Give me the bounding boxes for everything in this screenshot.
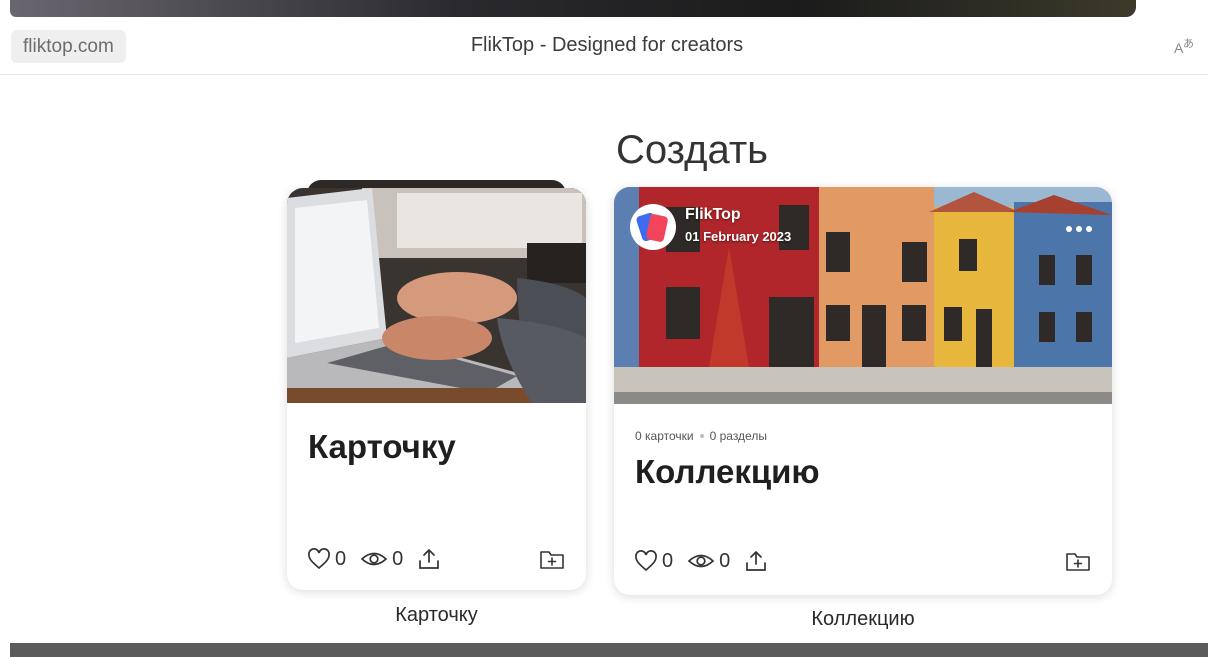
translate-glyph-a: A [1174,40,1184,56]
share-button[interactable] [417,547,441,571]
add-to-folder-button[interactable] [539,548,565,572]
eye-icon [360,552,388,566]
heart-icon [308,548,330,570]
like-button[interactable]: 0 [634,550,673,573]
views-count: 0 [392,547,404,570]
translate-glyph-b: あ [1183,38,1194,50]
author-block[interactable]: FlikTop 01 February 2023 [630,204,791,250]
address-bar: fliktop.com FlikTop - Designed for creat… [0,17,1208,75]
collection-meta: 0 карточки 0 разделы [635,429,767,443]
card-title: Коллекцию [635,453,820,490]
post-date: 01 February 2023 [685,229,792,244]
caption-card[interactable]: Карточку [287,604,586,627]
like-count: 0 [662,549,674,572]
card-actions: 0 0 [307,545,455,573]
sections-count: 0 разделы [709,429,767,443]
author-name: FlikTop [685,206,741,223]
like-button[interactable]: 0 [307,548,346,571]
folder-plus-icon [1066,553,1090,571]
separator-dot [699,433,704,438]
window-top-strip [10,0,1136,17]
folder-plus-icon [540,551,564,569]
translate-icon[interactable]: A あ [1172,35,1202,57]
views-indicator: 0 [687,550,730,573]
like-count: 0 [335,547,347,570]
views-indicator: 0 [360,548,403,571]
views-count: 0 [719,549,731,572]
tab-title: FlikTop - Designed for creators [470,34,744,56]
card-actions: 0 0 [634,547,782,575]
add-to-folder-button[interactable] [1065,550,1091,574]
heart-icon [635,550,657,572]
share-icon [746,551,767,571]
bottom-bar [10,643,1208,657]
share-button[interactable] [744,549,768,573]
laptop-typing-photo [287,188,586,403]
card-title: Карточку [308,428,456,465]
section-title: Создать [616,128,769,172]
cards-count: 0 карточки [635,429,694,443]
card-item-collection[interactable]: FlikTop 01 February 2023 0 карточки 0 раз… [614,187,1112,595]
more-icon[interactable] [1064,225,1094,233]
avatar [630,204,676,250]
caption-collection[interactable]: Коллекцию [614,608,1112,631]
card-item-card[interactable]: Карточку 0 0 [287,188,586,590]
share-icon [419,549,440,569]
eye-icon [687,554,715,568]
